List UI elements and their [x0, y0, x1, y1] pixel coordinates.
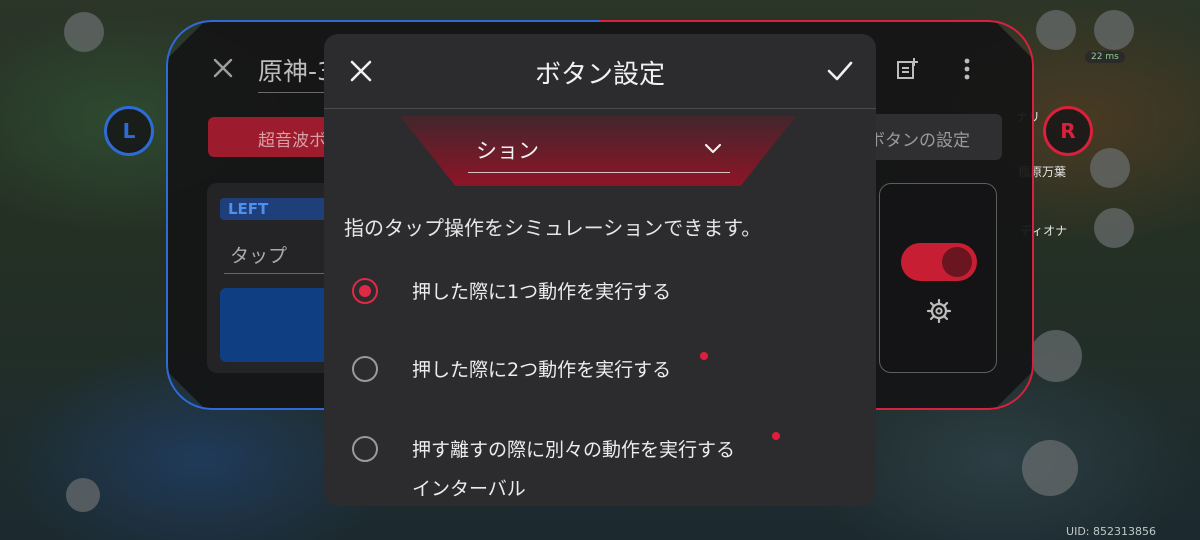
character-avatar-icon [1094, 10, 1134, 50]
dialog-header: ボタン設定 [324, 34, 876, 109]
left-action-select[interactable]: タップ [224, 238, 334, 274]
option-label: 押す離すの際に別々の動作を実行する [412, 439, 736, 461]
add-note-icon[interactable] [894, 56, 920, 82]
dialog-description: 指のタップ操作をシミュレーションできます。 [344, 216, 762, 240]
chevron-down-icon [704, 143, 722, 154]
tab-button-settings[interactable]: ボタンの設定 [860, 114, 1002, 160]
new-indicator-dot [772, 432, 780, 440]
radio-button-selected[interactable] [352, 278, 378, 304]
new-indicator-dot [700, 352, 708, 360]
option-press-release-action[interactable]: 押す離すの際に別々の動作を実行する [344, 430, 844, 470]
dialog-title: ボタン設定 [534, 60, 665, 90]
option-interval-label: インターバル [412, 478, 526, 500]
map-icon [1036, 10, 1076, 50]
chat-icon [66, 478, 100, 512]
ping-indicator: 22 ms [1085, 51, 1125, 63]
option-double-action[interactable]: 押した際に2つ動作を実行する [344, 350, 844, 390]
panel-close-icon[interactable] [210, 55, 236, 81]
toggle-knob [942, 247, 972, 277]
gear-icon[interactable] [926, 298, 952, 324]
left-trigger-indicator: L [104, 106, 154, 156]
party-avatar-icon [1094, 208, 1134, 248]
party-avatar-icon [1090, 148, 1130, 188]
radio-button[interactable] [352, 436, 378, 462]
skill-icon [1022, 440, 1078, 496]
left-action-area[interactable] [220, 288, 330, 362]
paimon-menu-icon [64, 12, 104, 52]
button-settings-dialog: ボタン設定 ション 指のタップ操作をシミュレーションできます。 押した際に1つ動… [324, 34, 876, 506]
mode-dropdown[interactable]: ション [468, 128, 730, 173]
option-single-action[interactable]: 押した際に1つ動作を実行する [344, 272, 844, 312]
option-label: 押した際に2つ動作を実行する [412, 359, 672, 381]
skill-icon [1030, 330, 1082, 382]
right-trigger-indicator: R [1043, 106, 1093, 156]
option-label: 押した際に1つ動作を実行する [412, 281, 672, 303]
more-vert-icon[interactable] [954, 56, 980, 82]
uid-label: UID: 852313856 [1066, 525, 1156, 538]
left-badge: LEFT [220, 198, 330, 220]
mode-dropdown-value: ション [476, 139, 539, 163]
tab-ultrasonic-button[interactable]: 超音波ボタン [208, 117, 338, 157]
checkmark-icon[interactable] [826, 58, 854, 84]
radio-button[interactable] [352, 356, 378, 382]
game-title[interactable]: 原神-3 [258, 52, 328, 93]
